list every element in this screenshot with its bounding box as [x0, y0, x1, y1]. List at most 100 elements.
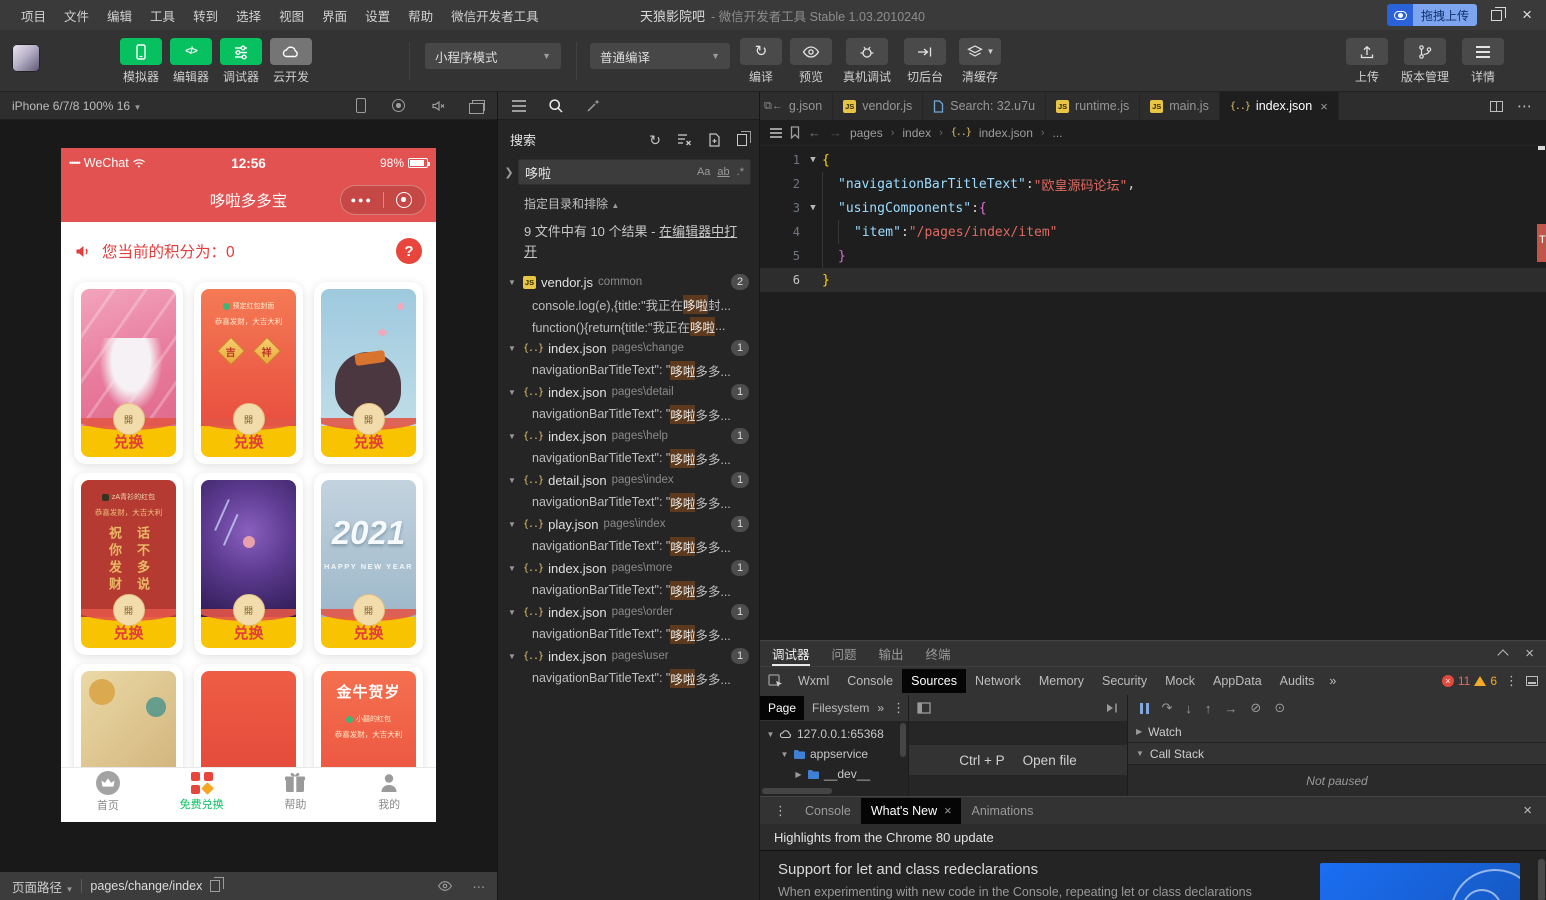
step-icon[interactable]: →	[1224, 701, 1237, 716]
result-match-row[interactable]: function(){return{title:"我正在 哆啦...	[498, 315, 759, 337]
rotate-device-icon[interactable]	[356, 98, 366, 113]
code-area[interactable]: 1 ▼{ 2 "navigationBarTitleText": "欧皇源码论坛",…	[760, 146, 1546, 292]
warning-count[interactable]: 6	[1490, 674, 1497, 688]
device-select[interactable]: iPhone 6/7/8 100% 16 ▼	[12, 99, 141, 113]
editor-toggle-button[interactable]: </> 编辑器	[166, 38, 216, 85]
open-panel-right-icon[interactable]	[1105, 702, 1119, 714]
editor-tab[interactable]: JS main.js	[1140, 92, 1220, 120]
open-file-label[interactable]: Open file	[1023, 753, 1077, 768]
prize-card[interactable]: zA青衫的红包 恭喜发财，大吉大利 祝你发财 话不多说 開 兑换	[74, 473, 183, 655]
pause-on-exceptions-icon[interactable]: ⊙	[1274, 700, 1285, 716]
menu-view[interactable]: 视图	[270, 6, 313, 25]
devtools-menu-icon[interactable]: ⋮	[1497, 673, 1526, 689]
whatsnew-scrollbar[interactable]	[1538, 859, 1545, 900]
details-button[interactable]: 详情	[1458, 38, 1508, 85]
open-in-editor-icon[interactable]	[737, 130, 751, 146]
drawer-tab-animations[interactable]: Animations	[961, 798, 1043, 824]
menu-edit[interactable]: 编辑	[98, 6, 141, 25]
regex-icon[interactable]: .*	[737, 166, 744, 178]
prize-card[interactable]: 開 兑换	[74, 282, 183, 464]
match-case-icon[interactable]: Aa	[697, 166, 710, 178]
devtools-tab-audits[interactable]: Audits	[1271, 669, 1324, 693]
devtools-tab-sources[interactable]: Sources	[902, 669, 966, 693]
cloud-dev-button[interactable]: 云开发	[266, 38, 316, 85]
drawer-tab-whats-new[interactable]: What's New ×	[860, 797, 962, 824]
result-file-row[interactable]: ▼ {..} index.json pages\user 1	[498, 645, 759, 667]
page-path-label[interactable]: 页面路径 ▼	[12, 877, 73, 896]
user-avatar[interactable]	[12, 44, 40, 72]
close-window-icon[interactable]: ×	[1516, 0, 1538, 30]
result-match-row[interactable]: navigationBarTitleText": " 哆啦 多多...	[498, 667, 759, 689]
close-drawer-icon[interactable]: ×	[1523, 802, 1540, 819]
step-into-icon[interactable]: ↑	[1205, 701, 1212, 716]
breadcrumb[interactable]: index	[902, 126, 931, 140]
expand-replace-icon[interactable]: ❯	[502, 166, 516, 179]
menu-project[interactable]: 项目	[12, 6, 55, 25]
result-match-row[interactable]: navigationBarTitleText": " 哆啦 多多...	[498, 535, 759, 557]
watch-section[interactable]: ▶ Watch	[1128, 721, 1546, 743]
close-tab-icon[interactable]: ×	[1320, 99, 1328, 114]
search-icon[interactable]	[548, 98, 564, 114]
result-file-row[interactable]: ▼ {..} play.json pages\index 1	[498, 513, 759, 535]
nav-back-icon[interactable]: ←	[808, 125, 821, 140]
result-match-row[interactable]: navigationBarTitleText": " 哆啦 多多...	[498, 579, 759, 601]
tree-host-row[interactable]: ▼ 127.0.0.1:65368	[760, 724, 908, 744]
bookmark-icon[interactable]	[790, 126, 800, 139]
sources-tab-filesystem[interactable]: Filesystem	[804, 696, 877, 720]
record-icon[interactable]	[392, 99, 405, 112]
clear-results-icon[interactable]	[677, 133, 692, 146]
float-window-icon[interactable]	[469, 100, 485, 114]
result-match-row[interactable]: navigationBarTitleText": " 哆啦 多多...	[498, 491, 759, 513]
result-file-row[interactable]: ▼ {..} index.json pages\order 1	[498, 601, 759, 623]
result-file-row[interactable]: ▼ {..} index.json pages\detail 1	[498, 381, 759, 403]
tab-home[interactable]: 首页	[61, 768, 155, 815]
split-editor-icon[interactable]	[1490, 100, 1503, 112]
more-tabs-icon[interactable]: »	[1323, 674, 1342, 688]
menu-help[interactable]: 帮助	[399, 6, 442, 25]
copy-path-icon[interactable]	[210, 877, 224, 892]
menu-devtools[interactable]: 微信开发者工具	[442, 6, 548, 25]
editor-tab[interactable]: Search: 32.u7u	[923, 92, 1047, 120]
collapse-panel-icon[interactable]	[1497, 649, 1509, 661]
prize-card[interactable]: 2021 HAPPY NEW YEAR 開 兑换	[314, 473, 423, 655]
watch-page-icon[interactable]	[437, 880, 453, 892]
devtools-tab-mock[interactable]: Mock	[1156, 669, 1204, 693]
open-new-search-editor-icon[interactable]	[708, 132, 721, 147]
exit-button[interactable]	[384, 192, 426, 208]
tab-mine[interactable]: 我的	[342, 768, 436, 815]
path-more-icon[interactable]: ⋯	[473, 879, 486, 894]
pause-script-icon[interactable]	[1140, 702, 1149, 714]
drag-upload-badge[interactable]: 拖拽上传	[1387, 4, 1478, 26]
refresh-search-icon[interactable]: ↻	[649, 133, 661, 147]
tab-help[interactable]: 帮助	[249, 768, 343, 815]
fold-icon[interactable]: ▼	[804, 155, 822, 165]
navigator-toggle-icon[interactable]	[917, 702, 931, 714]
tree-scrollbar[interactable]	[900, 723, 906, 757]
dock-side-icon[interactable]	[1526, 676, 1538, 686]
devtools-tab-wxml[interactable]: Wxml	[789, 669, 838, 693]
mode-select[interactable]: 小程序模式 ▼	[425, 43, 561, 69]
debugger-toggle-button[interactable]: 调试器	[216, 38, 266, 85]
editor-tab[interactable]: JS vendor.js	[833, 92, 924, 120]
menu-file[interactable]: 文件	[55, 6, 98, 25]
outline-icon[interactable]	[770, 128, 782, 130]
result-match-row[interactable]: navigationBarTitleText": " 哆啦 多多...	[498, 623, 759, 645]
result-file-row[interactable]: ▼ {..} detail.json pages\index 1	[498, 469, 759, 491]
devtools-tab-security[interactable]: Security	[1093, 669, 1156, 693]
devtools-tab-network[interactable]: Network	[966, 669, 1030, 693]
result-file-row[interactable]: ▼ JS vendor.js common 2	[498, 271, 759, 293]
editor-tab[interactable]: ⧉← g.json	[760, 92, 834, 120]
fold-icon[interactable]: ▼	[804, 203, 822, 213]
inspect-icon[interactable]	[768, 674, 783, 688]
upload-button[interactable]: 上传	[1342, 38, 1392, 85]
breadcrumb[interactable]: index.json	[979, 126, 1033, 140]
editor-tab-active[interactable]: {..} index.json ×	[1219, 92, 1339, 120]
devtools-tab-memory[interactable]: Memory	[1030, 669, 1093, 693]
nav-forward-icon[interactable]: →	[829, 125, 842, 140]
tab-free-exchange[interactable]: 免费兑换	[155, 768, 249, 815]
sources-tab-page[interactable]: Page	[760, 696, 805, 720]
menu-interface[interactable]: 界面	[313, 6, 356, 25]
editor-more-icon[interactable]: ⋯	[1517, 97, 1532, 115]
editor-tab[interactable]: JS runtime.js	[1046, 92, 1141, 120]
preview-button[interactable]: 预览	[786, 38, 836, 85]
